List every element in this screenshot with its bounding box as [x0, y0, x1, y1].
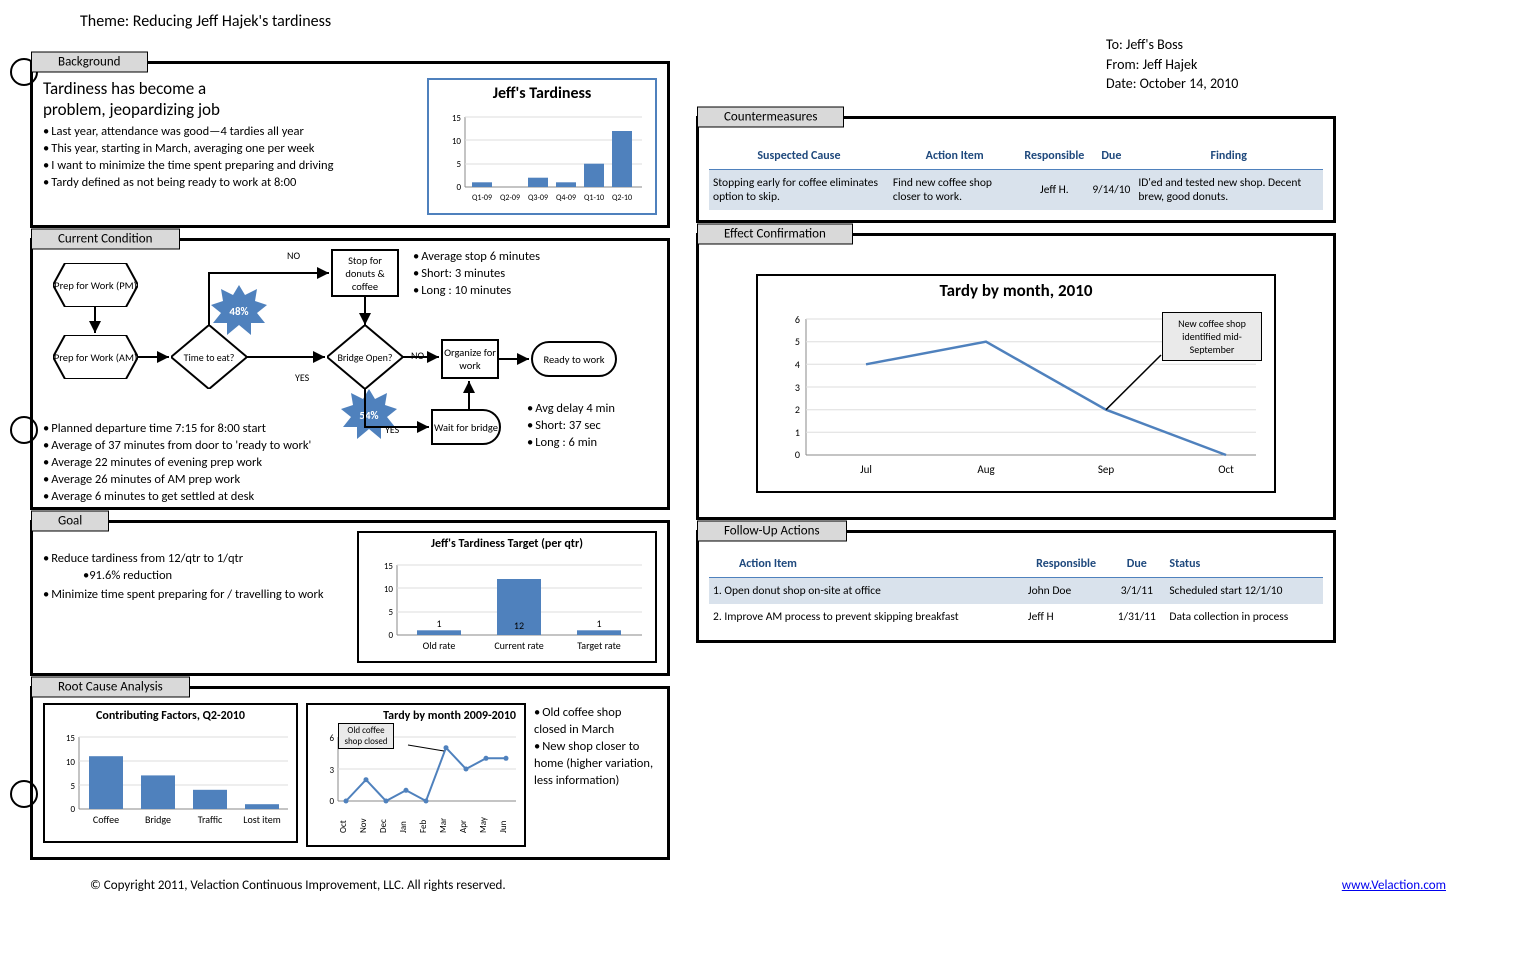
svg-text:Dec: Dec	[378, 819, 389, 833]
svg-text:6: 6	[329, 733, 334, 744]
svg-text:10: 10	[66, 757, 76, 768]
velaction-link[interactable]: www.Velaction.com	[1342, 878, 1446, 893]
svg-text:Current rate: Current rate	[494, 639, 543, 652]
svg-text:Apr: Apr	[458, 820, 469, 833]
rca-title: Root Cause Analysis	[31, 677, 190, 698]
svg-text:Q3-09: Q3-09	[528, 193, 548, 203]
copyright: © Copyright 2011, Velaction Continuous I…	[90, 878, 506, 893]
svg-text:Oct: Oct	[1218, 463, 1234, 476]
effect-callout: New coffee shop identified mid-September	[1162, 312, 1262, 361]
svg-text:2: 2	[795, 403, 800, 416]
svg-text:0: 0	[456, 182, 461, 193]
goal-bullets: Reduce tardiness from 12/qtr to 1/qtr	[43, 551, 345, 568]
table-row: 2. Improve AM process to prevent skippin…	[709, 604, 1323, 630]
background-bullets: Last year, attendance was good—4 tardies…	[43, 124, 417, 192]
chart-effect: Tardy by month, 2010 6543210 JulAugSepOc…	[756, 274, 1276, 493]
svg-text:Jan: Jan	[398, 821, 409, 833]
chart-tardy-month: Tardy by month 2009-2010 630 OctNovDecJa…	[306, 703, 526, 847]
svg-text:Q1-09: Q1-09	[472, 193, 492, 203]
svg-text:Bridge: Bridge	[145, 813, 171, 826]
svg-text:5: 5	[795, 335, 800, 348]
rca-callout: Old coffee shop closed	[338, 723, 394, 749]
effect-box: Effect Confirmation Tardy by month, 2010…	[696, 233, 1336, 520]
countermeasures-title: Countermeasures	[697, 106, 844, 127]
current-condition-box: Current Condition Prep for Work (PM) Pre…	[30, 238, 670, 510]
svg-text:Oct: Oct	[338, 820, 349, 833]
svg-text:Mar: Mar	[438, 818, 449, 833]
svg-text:0: 0	[70, 804, 75, 815]
svg-text:15: 15	[384, 561, 394, 572]
svg-text:1: 1	[436, 617, 441, 630]
goal-title: Goal	[31, 511, 109, 532]
background-lead2: problem, jeopardizing job	[43, 99, 417, 120]
svg-text:Nov: Nov	[358, 818, 369, 833]
followup-box: Follow-Up Actions Action ItemResponsible…	[696, 530, 1336, 643]
rca-box: Root Cause Analysis Contributing Factors…	[30, 686, 670, 860]
svg-text:Target rate: Target rate	[577, 639, 621, 652]
svg-text:10: 10	[452, 136, 462, 147]
svg-text:1: 1	[795, 426, 800, 439]
table-row: 1. Open donut shop on-site at officeJohn…	[709, 577, 1323, 604]
svg-text:Jun: Jun	[498, 820, 509, 833]
svg-text:Lost item: Lost item	[243, 813, 280, 826]
stop-bullets: Average stop 6 minutesShort: 3 minutesLo…	[413, 249, 540, 300]
svg-text:Traffic: Traffic	[198, 813, 223, 826]
svg-text:5: 5	[456, 159, 461, 170]
svg-text:Q4-09: Q4-09	[556, 193, 576, 203]
countermeasures-table: Suspected CauseAction ItemResponsibleDue…	[709, 143, 1323, 210]
chart-target: Jeff's Tardiness Target (per qtr) 151050…	[357, 531, 657, 663]
svg-text:3: 3	[329, 765, 334, 776]
svg-text:Aug: Aug	[977, 463, 994, 476]
svg-text:Q1-10: Q1-10	[584, 193, 604, 203]
svg-text:0: 0	[329, 796, 334, 807]
background-title: Background	[31, 52, 148, 73]
current-condition-title: Current Condition	[31, 229, 180, 250]
svg-text:May: May	[478, 816, 489, 833]
svg-text:0: 0	[388, 630, 393, 641]
table-row: Stopping early for coffee eliminates opt…	[709, 169, 1323, 210]
followup-title: Follow-Up Actions	[697, 520, 847, 541]
svg-text:Feb: Feb	[418, 820, 429, 833]
memo-header: To: Jeff's BossFrom: Jeff HajekDate: Oct…	[1106, 35, 1336, 94]
chart-tardiness-svg: 15 10 5 0 Q1-09 Q2-09 Q3-09	[437, 107, 647, 207]
rca-notes: Old coffee shop closed in MarchNew shop …	[534, 705, 654, 789]
background-box: Background Tardiness has become a proble…	[30, 61, 670, 228]
svg-text:15: 15	[66, 733, 76, 744]
chart-tardiness: Jeff's Tardiness 15 10 5 0	[427, 78, 657, 215]
effect-title: Effect Confirmation	[697, 223, 853, 244]
svg-text:10: 10	[384, 584, 394, 595]
goal-box: Goal Reduce tardiness from 12/qtr to 1/q…	[30, 520, 670, 676]
wait-bullets: Avg delay 4 minShort: 37 secLong : 6 min	[527, 401, 615, 452]
svg-text:15: 15	[452, 113, 462, 124]
svg-text:Jul: Jul	[860, 463, 872, 476]
theme-title: Theme: Reducing Jeff Hajek's tardiness	[80, 12, 1506, 31]
svg-text:Old rate: Old rate	[423, 639, 456, 652]
svg-text:5: 5	[388, 607, 393, 618]
followup-table: Action ItemResponsibleDueStatus 1. Open …	[709, 551, 1323, 630]
svg-text:Q2-09: Q2-09	[500, 193, 520, 203]
svg-text:4: 4	[795, 358, 800, 371]
svg-text:Coffee: Coffee	[93, 813, 119, 826]
svg-text:Q2-10: Q2-10	[612, 193, 632, 203]
svg-text:12: 12	[514, 619, 524, 632]
svg-text:5: 5	[70, 781, 75, 792]
background-lead1: Tardiness has become a	[43, 78, 417, 99]
countermeasures-box: Countermeasures Suspected CauseAction It…	[696, 116, 1336, 223]
svg-text:1: 1	[596, 617, 601, 630]
goal-bullets2: Minimize time spent preparing for / trav…	[43, 587, 345, 604]
svg-text:3: 3	[795, 381, 800, 394]
chart-contributing: Contributing Factors, Q2-2010 151050 Cof…	[43, 703, 298, 843]
goal-sub: •91.6% reduction	[83, 568, 345, 583]
svg-text:Sep: Sep	[1098, 463, 1115, 476]
svg-text:6: 6	[795, 313, 800, 326]
svg-text:0: 0	[795, 448, 800, 461]
